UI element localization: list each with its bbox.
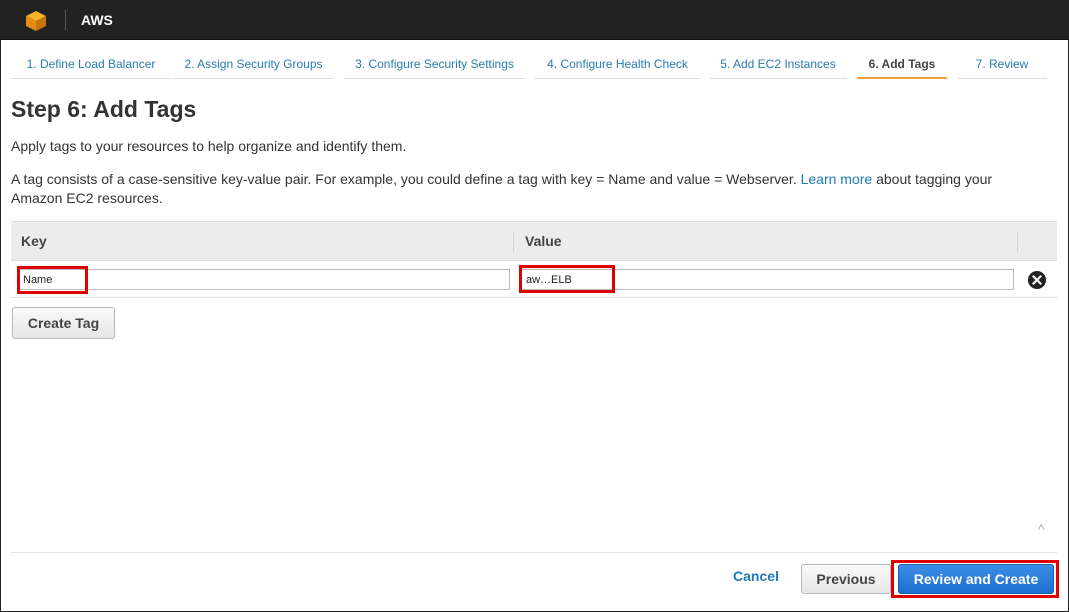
aws-cube-logo-icon[interactable] xyxy=(24,9,48,33)
column-header-key: Key xyxy=(21,233,47,249)
wizard-step-add-ec2-instances[interactable]: 5. Add EC2 Instances xyxy=(709,52,847,79)
learn-more-link[interactable]: Learn more xyxy=(801,171,873,187)
remove-tag-icon[interactable] xyxy=(1028,271,1046,289)
tag-explanation: A tag consists of a case-sensitive key-v… xyxy=(11,170,1041,208)
footer-divider xyxy=(11,552,1057,553)
top-nav-bar: AWS xyxy=(0,0,1069,40)
column-divider xyxy=(1017,232,1018,252)
page-description: Apply tags to your resources to help org… xyxy=(11,138,407,154)
previous-button[interactable]: Previous xyxy=(801,564,891,594)
wizard-frame xyxy=(0,40,1069,612)
wizard-step-review[interactable]: 7. Review xyxy=(957,52,1047,79)
tag-value-input[interactable] xyxy=(521,269,1014,290)
scroll-to-top-icon[interactable]: ^ xyxy=(1038,522,1052,536)
wizard-step-assign-security-groups[interactable]: 2. Assign Security Groups xyxy=(173,52,334,79)
table-row xyxy=(11,262,1057,298)
wizard-steps: 1. Define Load Balancer 2. Assign Securi… xyxy=(0,52,1069,80)
create-tag-button[interactable]: Create Tag xyxy=(12,307,115,339)
tag-explanation-text: A tag consists of a case-sensitive key-v… xyxy=(11,171,797,187)
review-and-create-button[interactable]: Review and Create xyxy=(898,564,1054,594)
wizard-step-define-load-balancer[interactable]: 1. Define Load Balancer xyxy=(11,52,171,79)
column-divider xyxy=(513,232,514,252)
nav-divider xyxy=(65,10,66,30)
tags-table-header: Key Value xyxy=(11,221,1057,261)
page-title: Step 6: Add Tags xyxy=(11,96,197,122)
column-header-value: Value xyxy=(525,233,562,249)
cancel-button[interactable]: Cancel xyxy=(733,568,779,584)
wizard-step-configure-security-settings[interactable]: 3. Configure Security Settings xyxy=(344,52,525,79)
wizard-step-configure-health-check[interactable]: 4. Configure Health Check xyxy=(535,52,700,79)
wizard-step-add-tags[interactable]: 6. Add Tags xyxy=(857,52,947,79)
brand-label[interactable]: AWS xyxy=(81,12,113,28)
tag-key-input[interactable] xyxy=(18,269,510,290)
